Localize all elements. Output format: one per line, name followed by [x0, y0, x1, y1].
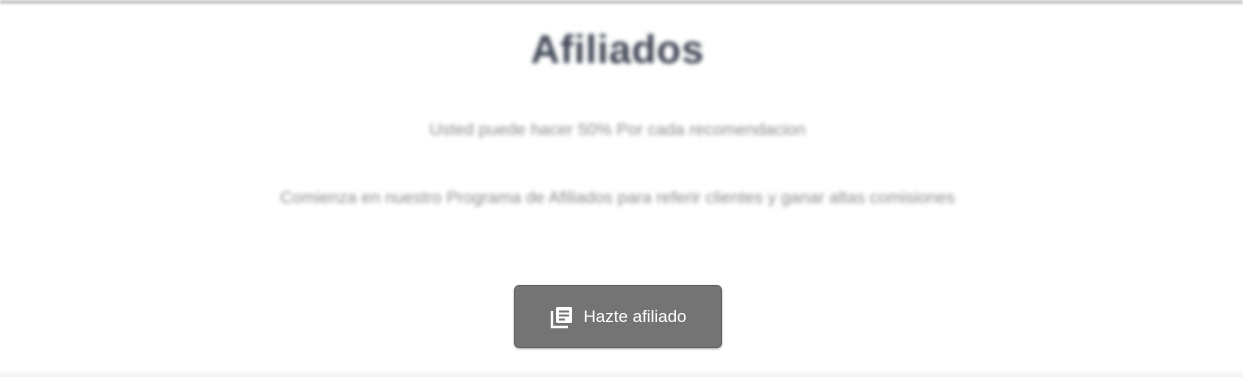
join-affiliate-button[interactable]: Hazte afiliado	[514, 285, 722, 348]
commission-text: Usted puede hacer 50% Por cada recomenda…	[429, 120, 806, 139]
library-books-icon	[549, 304, 575, 330]
join-affiliate-label: Hazte afiliado	[583, 306, 687, 326]
section-title: Afiliados	[530, 28, 705, 72]
program-description: Comienza en nuestro Programa de Afiliado…	[280, 188, 955, 207]
bottom-edge	[0, 369, 1243, 377]
